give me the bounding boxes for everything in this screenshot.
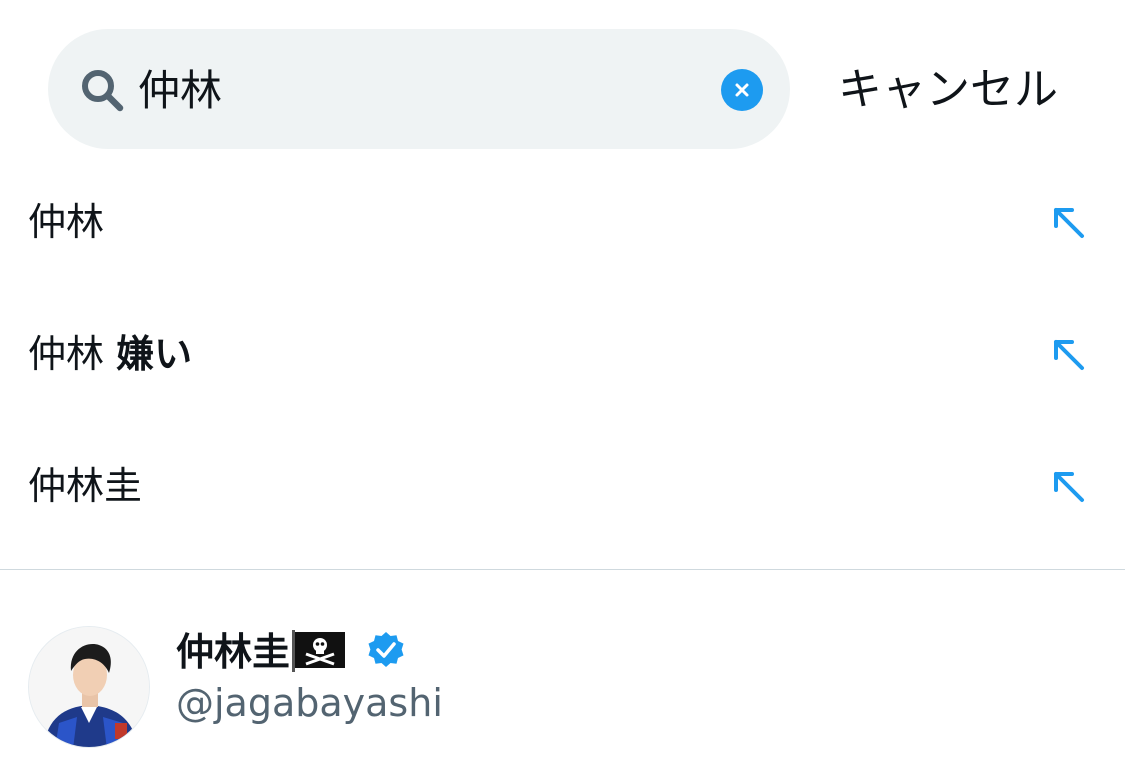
user-result[interactable]: 仲林圭 @jagabayashi	[0, 570, 1125, 772]
cancel-button[interactable]: キャンセル	[838, 60, 1058, 120]
clear-search-button[interactable]	[721, 69, 763, 111]
avatar-photo-icon	[29, 627, 149, 747]
arrow-up-left-icon[interactable]	[1050, 468, 1086, 504]
suggestion-text: 仲林 嫌い	[28, 332, 193, 376]
suggestion-text: 仲林	[28, 200, 105, 244]
avatar[interactable]	[28, 626, 150, 748]
arrow-up-left-icon[interactable]	[1050, 204, 1086, 240]
search-icon	[82, 70, 124, 112]
user-handle: @jagabayashi	[176, 681, 443, 725]
suggestion-text: 仲林圭	[28, 464, 143, 508]
search-input[interactable]	[138, 60, 698, 122]
suggestion-item[interactable]: 仲林 嫌い	[0, 288, 1125, 420]
suggestion-item[interactable]: 仲林	[0, 156, 1125, 288]
arrow-up-left-icon[interactable]	[1050, 336, 1086, 372]
suggestion-item[interactable]: 仲林圭	[0, 420, 1125, 552]
pirate-flag-icon	[292, 630, 345, 672]
user-display-name: 仲林圭	[176, 630, 291, 674]
search-screen: キャンセル 仲林 仲林 嫌い 仲林圭	[0, 0, 1125, 772]
close-icon	[735, 83, 749, 97]
verified-badge-icon	[368, 632, 404, 667]
